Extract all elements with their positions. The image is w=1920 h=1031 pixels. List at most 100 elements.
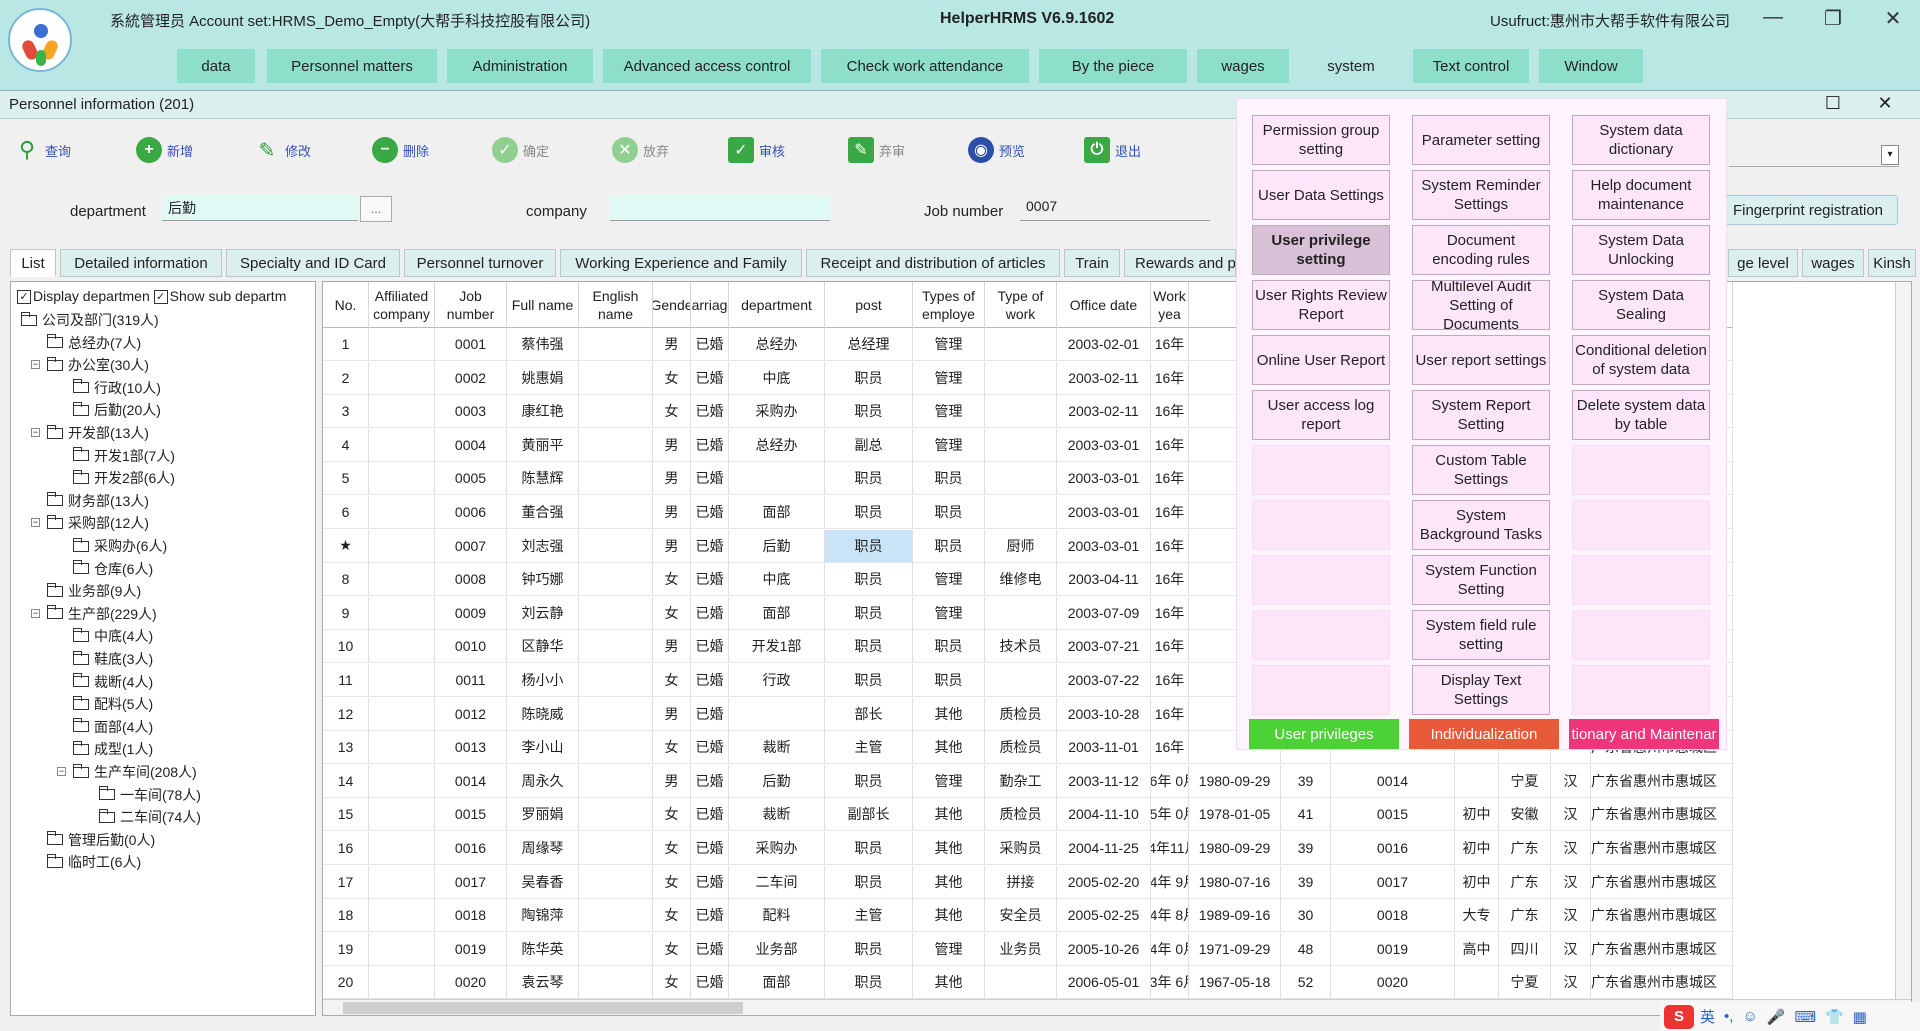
table-cell[interactable] xyxy=(579,865,653,899)
table-cell[interactable]: 2003-07-22 xyxy=(1057,664,1151,697)
table-cell[interactable]: 二车间 xyxy=(729,865,825,899)
table-cell[interactable]: 男 xyxy=(653,328,691,361)
column-header[interactable]: post xyxy=(825,282,913,328)
table-cell[interactable]: 13年 6月 xyxy=(1151,966,1189,1000)
tab-kinship[interactable]: Kinsh xyxy=(1868,249,1916,277)
table-cell[interactable]: 陈晓威 xyxy=(507,697,579,731)
table-cell[interactable] xyxy=(369,596,435,630)
vertical-scrollbar[interactable] xyxy=(1895,282,1911,1001)
column-header[interactable]: Affiliated company xyxy=(369,282,435,328)
column-header[interactable]: No. xyxy=(323,282,369,328)
row-number[interactable]: 15 xyxy=(323,798,369,832)
table-cell[interactable]: 初中 xyxy=(1455,865,1499,899)
table-cell[interactable] xyxy=(369,966,435,1000)
table-cell[interactable]: 其他 xyxy=(913,966,985,1000)
table-cell[interactable]: 0003 xyxy=(435,395,507,429)
table-cell[interactable]: 宁夏 xyxy=(1499,966,1551,1000)
table-cell[interactable] xyxy=(579,361,653,395)
table-cell[interactable] xyxy=(369,529,435,563)
table-cell[interactable]: 维修电 xyxy=(985,563,1057,597)
tab-wage-level[interactable]: ge level xyxy=(1728,249,1798,277)
table-cell[interactable]: 其他 xyxy=(913,697,985,731)
table-cell[interactable]: 52 xyxy=(1281,966,1331,1000)
table-cell[interactable]: 已婚 xyxy=(691,798,729,832)
tab-wages[interactable]: wages xyxy=(1802,249,1864,277)
tree-node[interactable]: 后勤(20人) xyxy=(73,400,161,420)
menu-window[interactable]: Window xyxy=(1538,48,1644,84)
table-cell[interactable]: 职员 xyxy=(825,563,913,597)
table-cell[interactable] xyxy=(985,966,1057,1000)
table-cell[interactable]: 15年 0月 xyxy=(1151,798,1189,832)
table-cell[interactable]: 职员 xyxy=(913,462,985,496)
table-cell[interactable]: 四川 xyxy=(1499,932,1551,966)
table-cell[interactable]: 16年 xyxy=(1151,630,1189,664)
table-cell[interactable]: 1980-09-29 xyxy=(1189,832,1281,865)
table-cell[interactable]: 总经办 xyxy=(729,328,825,361)
table-cell[interactable]: 职员 xyxy=(825,596,913,630)
tree-expander-icon[interactable]: − xyxy=(57,767,66,776)
table-cell[interactable]: 30 xyxy=(1281,899,1331,933)
table-cell[interactable]: 质检员 xyxy=(985,798,1057,832)
tree-node[interactable]: − 生产车间(208人) xyxy=(57,762,197,782)
table-cell[interactable] xyxy=(579,462,653,496)
table-cell[interactable]: 部长 xyxy=(825,697,913,731)
column-header[interactable]: Type of work xyxy=(985,282,1057,328)
column-header[interactable]: Office date xyxy=(1057,282,1151,328)
table-cell[interactable]: 中底 xyxy=(729,563,825,597)
column-header[interactable]: English name xyxy=(579,282,653,328)
system-menu-item[interactable]: User privilege setting xyxy=(1252,225,1390,275)
row-number[interactable]: 4 xyxy=(323,428,369,462)
table-cell[interactable] xyxy=(579,630,653,664)
table-cell[interactable]: 14年11月 xyxy=(1151,832,1189,865)
system-menu-category-button[interactable]: Individualization xyxy=(1409,719,1559,749)
table-cell[interactable]: 职员 xyxy=(825,865,913,899)
row-number[interactable]: 3 xyxy=(323,395,369,429)
table-cell[interactable] xyxy=(579,932,653,966)
table-cell[interactable]: 刘志强 xyxy=(507,529,579,563)
table-cell[interactable]: 采购办 xyxy=(729,832,825,865)
tree-node[interactable]: 业务部(9人) xyxy=(47,581,141,601)
table-cell[interactable]: 管理 xyxy=(913,932,985,966)
tree-node[interactable]: 仓库(6人) xyxy=(73,559,153,579)
table-cell[interactable]: 1980-09-29 xyxy=(1189,764,1281,798)
table-cell[interactable]: 16年 xyxy=(1151,395,1189,429)
table-cell[interactable] xyxy=(985,596,1057,630)
table-cell[interactable]: 0015 xyxy=(1331,798,1455,832)
company-input[interactable] xyxy=(610,195,830,221)
table-cell[interactable]: 0001 xyxy=(435,328,507,361)
row-number[interactable]: 2 xyxy=(323,361,369,395)
table-cell[interactable] xyxy=(579,395,653,429)
table-cell[interactable]: 2004-11-10 xyxy=(1057,798,1151,832)
column-header[interactable]: arriag xyxy=(691,282,729,328)
table-cell[interactable]: 安全员 xyxy=(985,899,1057,933)
table-cell[interactable]: 已婚 xyxy=(691,764,729,798)
table-cell[interactable]: 钟巧娜 xyxy=(507,563,579,597)
table-cell[interactable]: 已婚 xyxy=(691,899,729,933)
table-cell[interactable]: 已婚 xyxy=(691,596,729,630)
table-cell[interactable]: 女 xyxy=(653,563,691,597)
row-number[interactable]: 14 xyxy=(323,764,369,798)
table-cell[interactable]: 面部 xyxy=(729,596,825,630)
system-menu-item[interactable]: System Function Setting xyxy=(1412,555,1550,605)
table-cell[interactable]: 1980-07-16 xyxy=(1189,865,1281,899)
table-cell[interactable]: 16年 0月 xyxy=(1151,764,1189,798)
table-cell[interactable]: 0002 xyxy=(435,361,507,395)
ime-punct-icon[interactable]: •, xyxy=(1724,1008,1733,1025)
system-menu-item[interactable]: User Data Settings xyxy=(1252,170,1390,220)
table-cell[interactable]: 后勤 xyxy=(729,529,825,563)
table-cell[interactable]: 已婚 xyxy=(691,932,729,966)
table-cell[interactable]: 2003-11-12 xyxy=(1057,764,1151,798)
table-cell[interactable]: 其他 xyxy=(913,798,985,832)
table-cell[interactable] xyxy=(579,496,653,529)
table-cell[interactable] xyxy=(1455,764,1499,798)
tree-node[interactable]: − 采购部(12人) xyxy=(31,513,149,533)
row-number[interactable]: 10 xyxy=(323,630,369,664)
tree-node[interactable]: 一车间(78人) xyxy=(99,785,201,805)
table-cell[interactable] xyxy=(985,328,1057,361)
table-cell[interactable]: 广东省惠州市惠城区 xyxy=(1591,798,1733,832)
table-cell[interactable]: 已婚 xyxy=(691,563,729,597)
table-cell[interactable]: 广东 xyxy=(1499,899,1551,933)
table-cell[interactable]: 汉 xyxy=(1551,798,1591,832)
query-button[interactable]: ⚲ 查询 xyxy=(14,135,71,165)
system-menu-item[interactable]: User report settings xyxy=(1412,335,1550,385)
